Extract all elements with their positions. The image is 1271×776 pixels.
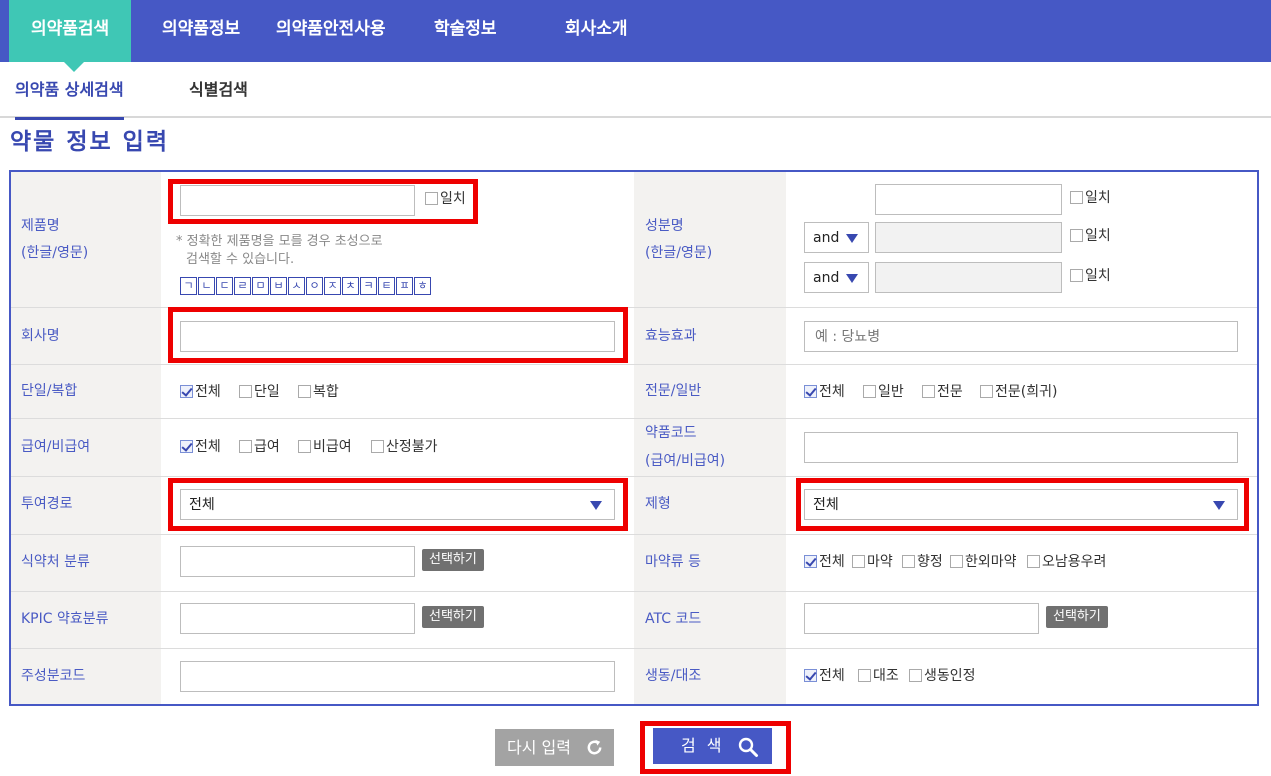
highlight-search-button: [640, 721, 791, 774]
ingredient-1-exact-checkbox[interactable]: 일치: [1070, 189, 1111, 207]
single-combo-combo-checkbox[interactable]: 복합: [298, 383, 339, 401]
product-name-note: * 정확한 제품명을 모를 경우 초성으로 검색할 수 있습니다.: [176, 234, 383, 267]
ingredient-operator-select-3[interactable]: and: [804, 262, 869, 293]
label-drug-code-sub: (급여/비급여): [645, 453, 726, 469]
insurance-covered-checkbox[interactable]: 급여: [239, 438, 280, 456]
jamo-button[interactable]: ㅊ: [342, 277, 359, 295]
efficacy-input[interactable]: 예 : 당뇨병: [804, 321, 1238, 352]
label-narcotics: 마약류 등: [645, 554, 701, 570]
highlight-dosage-form: [796, 478, 1249, 531]
label-company: 회사명: [21, 328, 60, 344]
label-ingredient-code: 주성분코드: [21, 668, 86, 684]
nav-item-drug-info[interactable]: 의약품정보: [162, 0, 240, 62]
label-mfds-class: 식약처 분류: [21, 554, 90, 570]
kpic-class-input[interactable]: [180, 603, 415, 634]
label-drug-code: 약품코드: [645, 425, 697, 441]
jamo-button[interactable]: ㅅ: [288, 277, 305, 295]
label-bioequivalence: 생동/대조: [645, 668, 702, 684]
narcotics-all-checkbox[interactable]: 전체: [804, 553, 845, 571]
jamo-button[interactable]: ㅇ: [306, 277, 323, 295]
jamo-button[interactable]: ㄷ: [216, 277, 233, 295]
refresh-icon: [587, 739, 602, 755]
prescription-professional-checkbox[interactable]: 전문: [922, 383, 963, 401]
mfds-class-select-button[interactable]: 선택하기: [422, 549, 484, 571]
jamo-button[interactable]: ㄱ: [180, 277, 197, 295]
label-product-name-sub: (한글/영문): [21, 245, 89, 261]
tab-detail-search[interactable]: 의약품 상세검색: [15, 62, 124, 120]
jamo-button[interactable]: ㅂ: [270, 277, 287, 295]
narcotics-exempt-checkbox[interactable]: 한외마약: [950, 553, 1017, 571]
narcotics-psychotropic-checkbox[interactable]: 향정: [902, 553, 943, 571]
jamo-button[interactable]: ㅌ: [378, 277, 395, 295]
nav-item-drug-search[interactable]: 의약품검색: [9, 0, 132, 62]
mfds-class-input[interactable]: [180, 546, 415, 577]
label-ingredient-sub: (한글/영문): [645, 245, 713, 261]
prescription-rare-checkbox[interactable]: 전문(희귀): [980, 383, 1057, 401]
label-atc-code: ATC 코드: [645, 611, 702, 627]
jamo-button[interactable]: ㄴ: [198, 277, 215, 295]
narcotics-narcotic-checkbox[interactable]: 마약: [852, 553, 893, 571]
jamo-button[interactable]: ㅁ: [252, 277, 269, 295]
reset-button[interactable]: 다시 입력: [495, 729, 614, 766]
atc-code-input[interactable]: [804, 603, 1039, 634]
jamo-button[interactable]: ㅋ: [360, 277, 377, 295]
sub-tabs: 의약품 상세검색 식별검색: [0, 62, 1271, 120]
jamo-button[interactable]: ㅈ: [324, 277, 341, 295]
ingredient-code-input[interactable]: [180, 661, 615, 692]
chevron-down-icon: [846, 234, 858, 243]
ingredient-operator-select-2[interactable]: and: [804, 222, 869, 253]
ingredient-input-1[interactable]: [875, 184, 1062, 215]
top-nav: 의약품검색 의약품정보 의약품안전사용 학술정보 회사소개: [0, 0, 1271, 72]
highlight-route: [168, 478, 628, 531]
ingredient-input-2[interactable]: [875, 222, 1062, 253]
label-dosage-form: 제형: [645, 496, 671, 512]
nav-item-academic-info[interactable]: 학술정보: [434, 0, 497, 62]
jamo-button[interactable]: ㅎ: [414, 277, 431, 295]
atc-code-select-button[interactable]: 선택하기: [1046, 606, 1108, 628]
nav-item-company[interactable]: 회사소개: [565, 0, 628, 62]
bioequivalence-reference-checkbox[interactable]: 대조: [858, 667, 899, 685]
label-prescription: 전문/일반: [645, 383, 702, 399]
label-ingredient: 성분명: [645, 218, 684, 234]
bioequivalence-approved-checkbox[interactable]: 생동인정: [909, 667, 976, 685]
ingredient-input-3[interactable]: [875, 262, 1062, 293]
prescription-general-checkbox[interactable]: 일반: [863, 383, 904, 401]
ingredient-2-exact-checkbox[interactable]: 일치: [1070, 227, 1111, 245]
narcotics-misuse-checkbox[interactable]: 오남용우려: [1027, 553, 1106, 571]
kpic-class-select-button[interactable]: 선택하기: [422, 606, 484, 628]
section-title: 약물 정보 입력: [10, 129, 169, 155]
single-combo-all-checkbox[interactable]: 전체: [180, 383, 221, 401]
highlight-product-name: [168, 179, 478, 224]
label-route: 투여경로: [21, 496, 73, 512]
bioequivalence-all-checkbox[interactable]: 전체: [804, 667, 845, 685]
ingredient-3-exact-checkbox[interactable]: 일치: [1070, 267, 1111, 285]
label-kpic-class: KPIC 약효분류: [21, 611, 109, 627]
insurance-unpriced-checkbox[interactable]: 산정불가: [371, 438, 438, 456]
insurance-not-covered-checkbox[interactable]: 비급여: [298, 438, 352, 456]
jamo-button[interactable]: ㄹ: [234, 277, 251, 295]
label-product-name: 제품명: [21, 218, 60, 234]
chevron-down-icon: [846, 274, 858, 283]
initial-consonant-buttons: ㄱㄴㄷㄹㅁㅂㅅㅇㅈㅊㅋㅌㅍㅎ: [180, 277, 432, 295]
drug-code-input[interactable]: [804, 432, 1238, 463]
nav-item-drug-safety[interactable]: 의약품안전사용: [276, 0, 385, 62]
jamo-button[interactable]: ㅍ: [396, 277, 413, 295]
highlight-company: [168, 307, 628, 363]
prescription-all-checkbox[interactable]: 전체: [804, 383, 845, 401]
single-combo-single-checkbox[interactable]: 단일: [239, 383, 280, 401]
label-insurance: 급여/비급여: [21, 439, 91, 455]
label-single-combo: 단일/복합: [21, 383, 78, 399]
tab-identification-search[interactable]: 식별검색: [189, 62, 248, 118]
label-efficacy: 효능효과: [645, 328, 697, 344]
insurance-all-checkbox[interactable]: 전체: [180, 438, 221, 456]
